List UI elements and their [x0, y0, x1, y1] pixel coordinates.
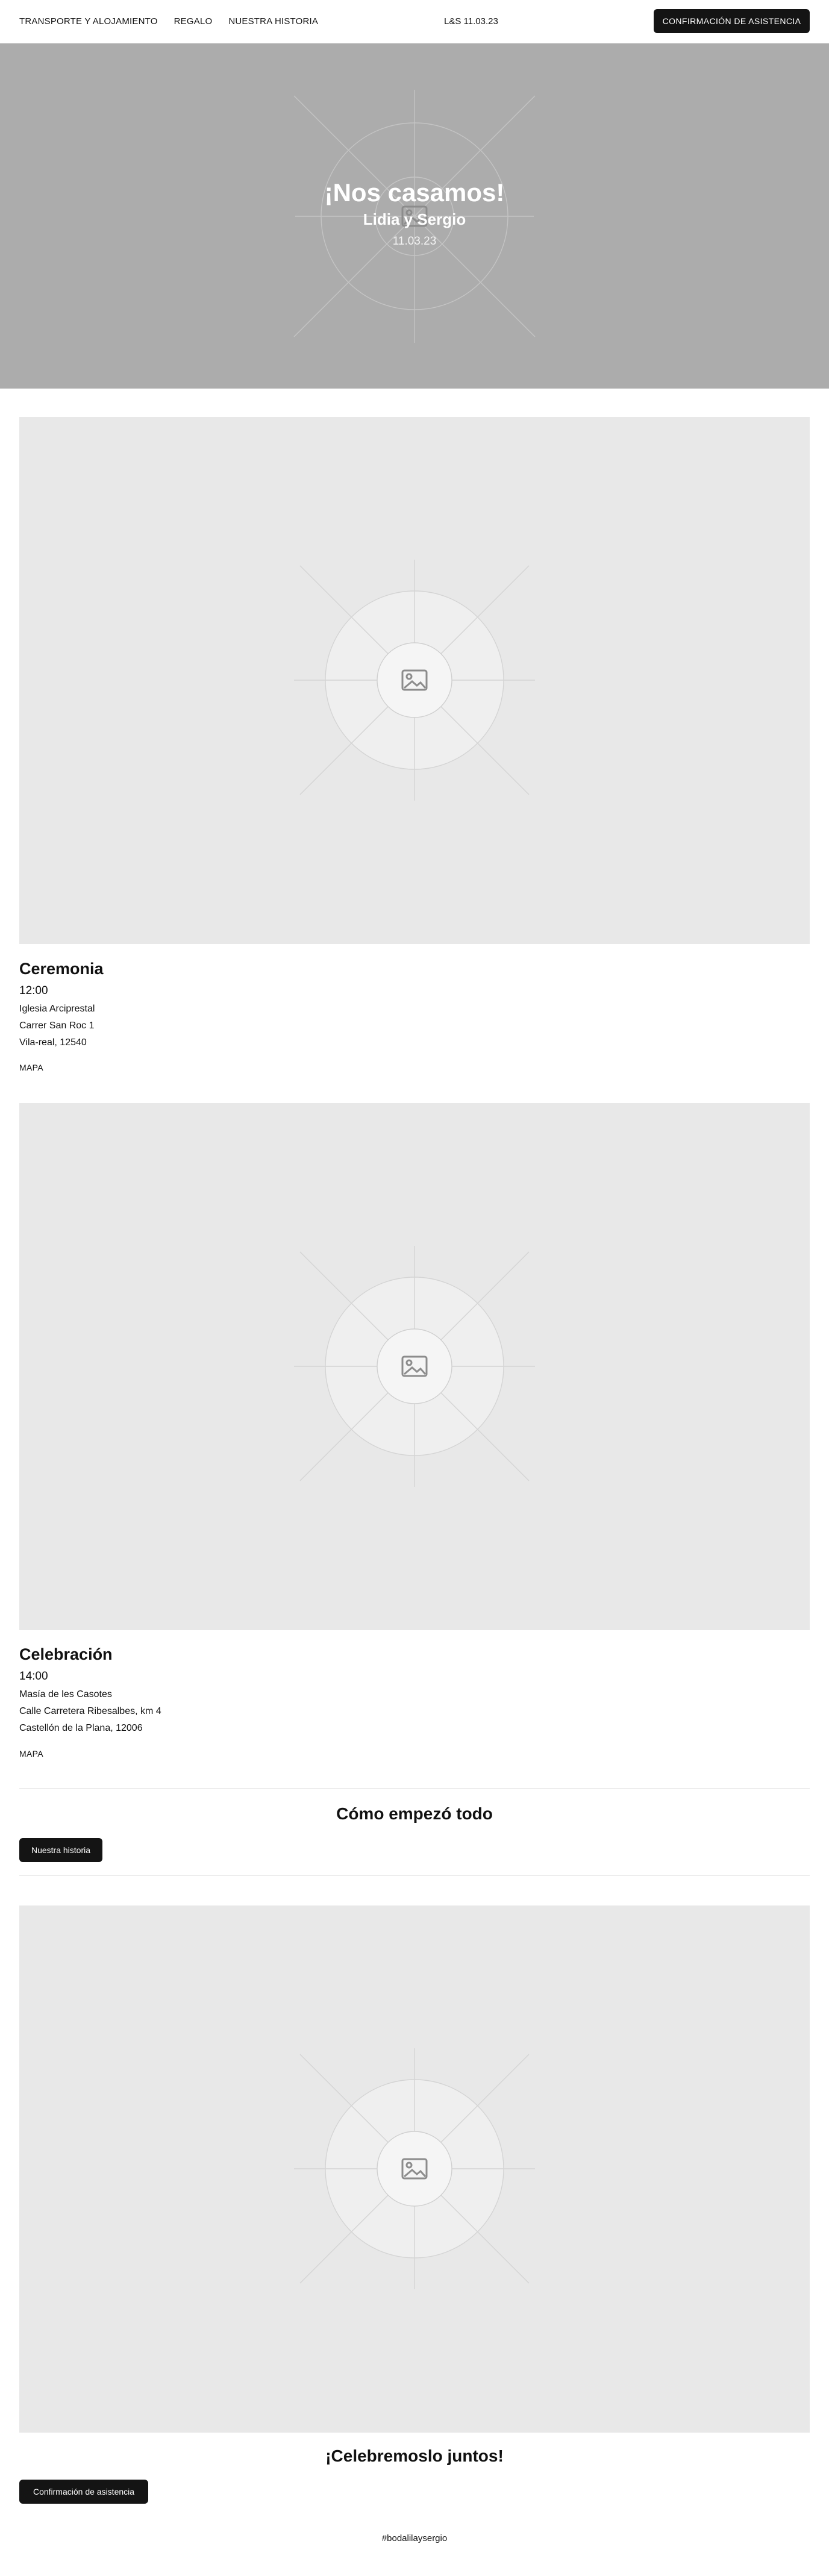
celebration-time: 14:00 — [19, 1670, 48, 1683]
couple-names: Lidia y Sergio — [363, 210, 466, 228]
wedding-date: 11.03.23 — [392, 235, 437, 248]
our-story-button[interactable]: Nuestra historia — [19, 1838, 102, 1862]
section-divider — [19, 1788, 810, 1789]
nav-link-transport[interactable]: TRANSPORTE Y ALOJAMIENTO — [19, 16, 158, 27]
celebrate-heading: ¡Celebremoslo juntos! — [325, 2446, 504, 2465]
hero-title: ¡Nos casamos! — [324, 178, 505, 207]
hero-banner: ¡Nos casamos! Lidia y Sergio 11.03.23 — [0, 43, 829, 389]
celebrate-image-placeholder — [19, 1905, 810, 2433]
section-divider — [19, 1875, 810, 1876]
site-header: TRANSPORTE Y ALOJAMIENTO REGALO NUESTRA … — [0, 0, 829, 44]
nav-link-gift[interactable]: REGALO — [174, 16, 213, 27]
rsvp-button[interactable]: CONFIRMACIÓN DE ASISTENCIA — [654, 9, 810, 33]
site-brand[interactable]: L&S 11.03.23 — [444, 16, 498, 27]
ceremony-time: 12:00 — [19, 984, 48, 997]
rsvp-bottom-button[interactable]: Confirmación de asistencia — [19, 2480, 148, 2504]
celebration-address-line: Masía de les Casotes — [19, 1689, 112, 1699]
ceremony-image-placeholder — [19, 417, 810, 944]
ceremony-title: Ceremonia — [19, 960, 104, 978]
ceremony-address-line: Iglesia Arciprestal — [19, 1004, 95, 1014]
celebration-title: Celebración — [19, 1645, 113, 1663]
celebration-map-link[interactable]: MAPA — [19, 1749, 43, 1758]
nav-link-story[interactable]: NUESTRA HISTORIA — [228, 16, 318, 27]
celebration-address-line: Castellón de la Plana, 12006 — [19, 1723, 143, 1733]
wedding-hashtag: #bodalilaysergio — [381, 2533, 448, 2543]
story-heading: Cómo empezó todo — [336, 1804, 493, 1823]
main-nav: TRANSPORTE Y ALOJAMIENTO REGALO NUESTRA … — [19, 16, 318, 27]
ceremony-address-line: Vila-real, 12540 — [19, 1037, 87, 1048]
ceremony-address-line: Carrer San Roc 1 — [19, 1021, 95, 1031]
celebration-image-placeholder — [19, 1103, 810, 1630]
ceremony-map-link[interactable]: MAPA — [19, 1063, 43, 1072]
celebration-address-line: Calle Carretera Ribesalbes, km 4 — [19, 1706, 161, 1716]
